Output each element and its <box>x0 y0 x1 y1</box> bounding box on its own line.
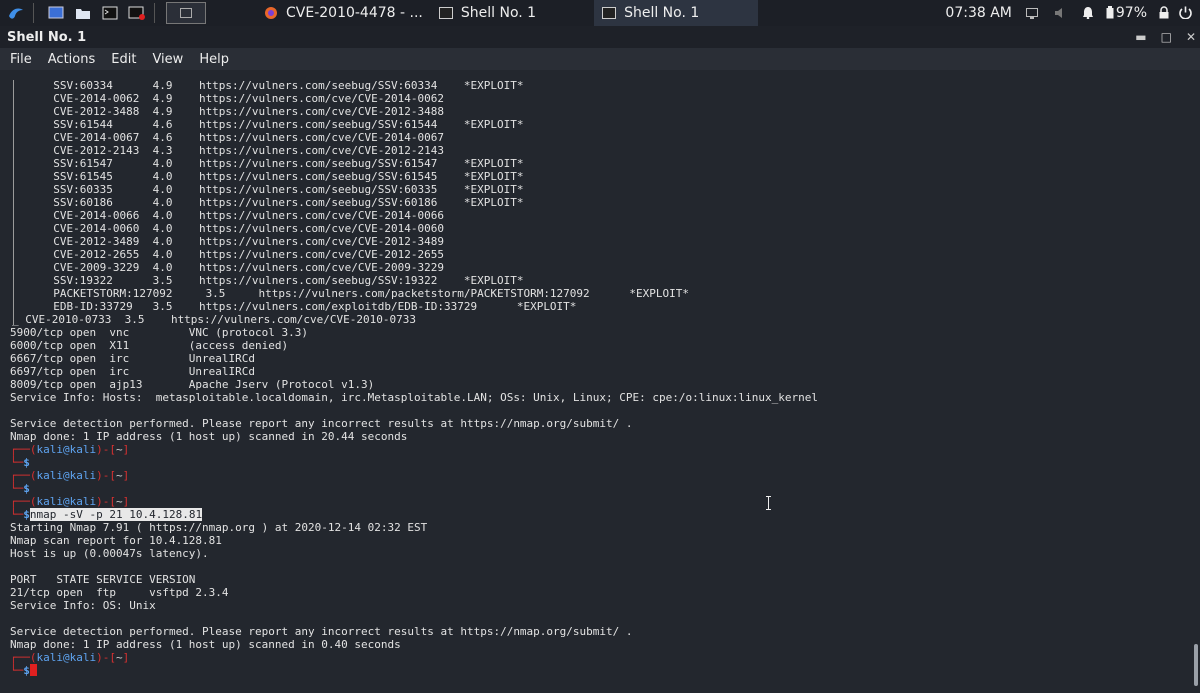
battery-icon[interactable] <box>1106 4 1114 23</box>
vuln-row: SSV:61547 4.0 https://vulners.com/seebug… <box>40 157 524 170</box>
prompt-header: ┌──(kali@kali)-[~] <box>10 495 130 508</box>
vuln-row: SSV:60186 4.0 https://vulners.com/seebug… <box>40 196 524 209</box>
scan-line: Service detection performed. Please repo… <box>10 417 633 430</box>
scan-line: Service Info: Hosts: metasploitable.loca… <box>10 391 818 404</box>
menu-actions[interactable]: Actions <box>48 52 96 67</box>
battery-percent[interactable]: 97% <box>1116 5 1147 21</box>
vuln-row: PACKETSTORM:127092 3.5 https://vulners.c… <box>40 287 690 300</box>
launcher-group <box>0 0 206 26</box>
terminal-icon <box>438 7 453 19</box>
clock[interactable]: 07:38 AM <box>945 5 1011 21</box>
notification-bell-icon[interactable] <box>1082 4 1094 23</box>
task-shell-2[interactable]: Shell No. 1 <box>594 0 759 26</box>
prompt-header: ┌──(kali@kali)-[~] <box>10 443 130 456</box>
window-title: Shell No. 1 <box>7 29 87 45</box>
command-text[interactable]: nmap -sV -p 21 10.4.128.81 <box>29 508 203 521</box>
prompt-header: ┌──(kali@kali)-[~] <box>10 469 130 482</box>
task-label: CVE-2010-4478 - ... <box>286 5 423 21</box>
scan-line: Nmap done: 1 IP address (1 host up) scan… <box>10 638 401 651</box>
scan-line: PORT STATE SERVICE VERSION <box>10 573 196 586</box>
firefox-icon <box>265 7 277 19</box>
menu-file[interactable]: File <box>10 52 32 67</box>
lock-icon[interactable] <box>1159 4 1169 23</box>
file-manager-icon[interactable] <box>72 3 94 23</box>
scan-line: Host is up (0.00047s latency). <box>10 547 209 560</box>
vuln-row: SSV:19322 3.5 https://vulners.com/seebug… <box>40 274 524 287</box>
separator <box>154 3 155 23</box>
minimize-icon[interactable]: ▬ <box>1135 30 1146 44</box>
scan-line: 6000/tcp open X11 (access denied) <box>10 339 289 352</box>
vuln-row: CVE-2014-0066 4.0 https://vulners.com/cv… <box>40 209 444 222</box>
scan-line: 21/tcp open ftp vsftpd 2.3.4 <box>10 586 229 599</box>
scan-line: 8009/tcp open ajp13 Apache Jserv (Protoc… <box>10 378 375 391</box>
scan-line: 6667/tcp open irc UnrealIRCd <box>10 352 256 365</box>
separator <box>33 3 34 23</box>
menu-view[interactable]: View <box>152 52 183 67</box>
kali-menu-icon[interactable] <box>5 3 27 23</box>
scan-line: Starting Nmap 7.91 ( https://nmap.org ) … <box>10 521 428 534</box>
vuln-row: CVE-2012-2143 4.3 https://vulners.com/cv… <box>40 144 444 157</box>
tree-line <box>13 80 14 325</box>
mouse-ibeam-icon <box>766 496 771 510</box>
terminal-cursor <box>29 664 37 676</box>
vuln-row: SSV:61544 4.6 https://vulners.com/seebug… <box>40 118 524 131</box>
vuln-row: CVE-2014-0062 4.9 https://vulners.com/cv… <box>40 92 444 105</box>
vuln-row: EDB-ID:33729 3.5 https://vulners.com/exp… <box>40 300 577 313</box>
scan-line: Nmap done: 1 IP address (1 host up) scan… <box>10 430 408 443</box>
scan-line: Service detection performed. Please repo… <box>10 625 633 638</box>
vuln-row: CVE-2014-0067 4.6 https://vulners.com/cv… <box>40 131 444 144</box>
terminal-root-icon[interactable] <box>126 3 148 23</box>
maximize-icon[interactable]: □ <box>1161 30 1172 44</box>
prompt-line: └─$ <box>10 456 30 469</box>
window-title-bar[interactable]: Shell No. 1 ▬ □ ✕ <box>0 26 1200 48</box>
vuln-row: _ CVE-2010-0733 3.5 https://vulners.com/… <box>12 313 416 326</box>
vuln-row: CVE-2009-3229 4.0 https://vulners.com/cv… <box>40 261 444 274</box>
vuln-row: SSV:60334 4.9 https://vulners.com/seebug… <box>40 79 524 92</box>
scan-line: Service Info: OS: Unix <box>10 599 156 612</box>
menu-bar: File Actions Edit View Help <box>0 48 1200 70</box>
screen-icon[interactable] <box>1025 4 1038 23</box>
workspace-switcher[interactable] <box>166 2 206 24</box>
window-controls: ▬ □ ✕ <box>1135 26 1196 48</box>
taskbar: CVE-2010-4478 - ... Shell No. 1 Shell No… <box>0 0 1200 26</box>
vuln-row: SSV:60335 4.0 https://vulners.com/seebug… <box>40 183 524 196</box>
vuln-row: SSV:61545 4.0 https://vulners.com/seebug… <box>40 170 524 183</box>
menu-edit[interactable]: Edit <box>111 52 136 67</box>
logout-icon[interactable] <box>1179 4 1192 23</box>
scan-line: Nmap scan report for 10.4.128.81 <box>10 534 222 547</box>
show-desktop-icon[interactable] <box>45 3 67 23</box>
task-label: Shell No. 1 <box>624 5 700 21</box>
prompt-line: └─$ <box>10 482 30 495</box>
vuln-row: CVE-2012-2655 4.0 https://vulners.com/cv… <box>40 248 444 261</box>
volume-icon[interactable] <box>1054 4 1068 23</box>
prompt-header: ┌──(kali@kali)-[~] <box>10 651 130 664</box>
prompt-line: └─$nmap -sV -p 21 10.4.128.81 <box>10 508 203 521</box>
vuln-row: CVE-2012-3488 4.9 https://vulners.com/cv… <box>40 105 444 118</box>
vuln-row: CVE-2012-3489 4.0 https://vulners.com/cv… <box>40 235 444 248</box>
scan-line: 5900/tcp open vnc VNC (protocol 3.3) <box>10 326 309 339</box>
task-firefox[interactable]: CVE-2010-4478 - ... <box>256 0 431 26</box>
terminal-icon <box>602 7 617 19</box>
prompt-line: └─$ <box>10 664 37 677</box>
terminal-scrollbar[interactable] <box>1194 644 1198 686</box>
task-label: Shell No. 1 <box>460 5 537 21</box>
terminal-output[interactable]: SSV:60334 4.9 https://vulners.com/seebug… <box>0 70 1200 693</box>
task-shell-1[interactable]: Shell No. 1 <box>431 0 544 26</box>
scan-line: 6697/tcp open irc UnrealIRCd <box>10 365 256 378</box>
vuln-row: CVE-2014-0060 4.0 https://vulners.com/cv… <box>40 222 444 235</box>
close-icon[interactable]: ✕ <box>1186 30 1196 44</box>
terminal-launcher-icon[interactable] <box>99 3 121 23</box>
system-tray: 07:38 AM 97% <box>945 0 1200 26</box>
menu-help[interactable]: Help <box>199 52 229 67</box>
